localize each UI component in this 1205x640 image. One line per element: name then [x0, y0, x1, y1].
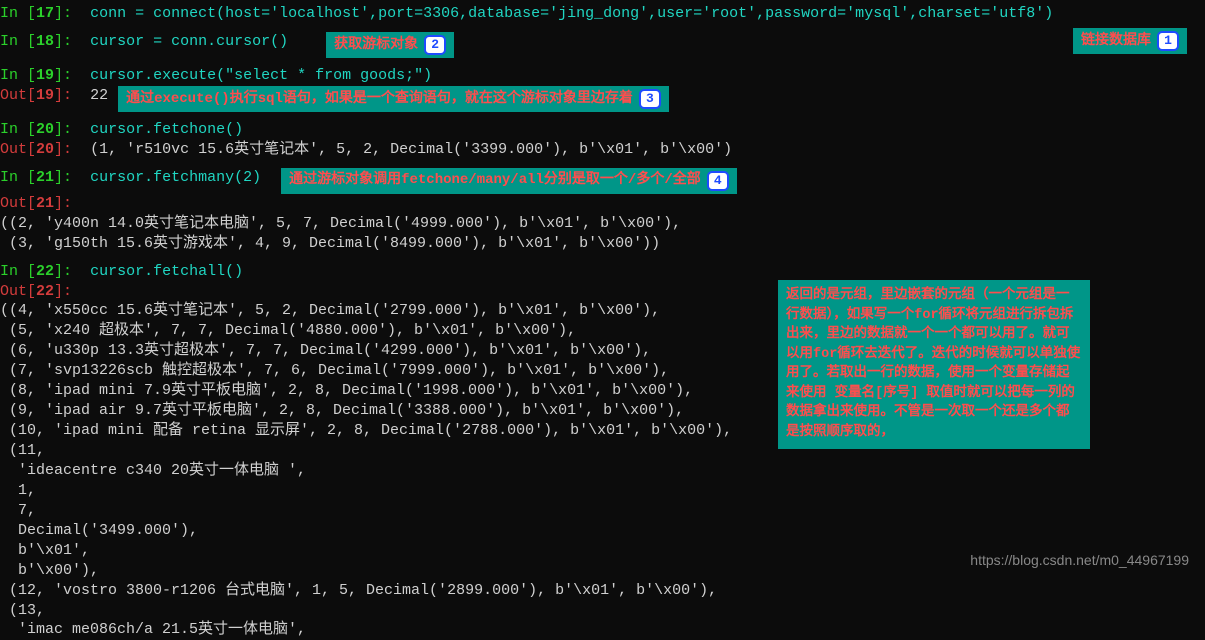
- callout-badge-1: 1: [1157, 31, 1179, 51]
- cell-out-19: Out[19]: 22 通过execute()执行sql语句，如果是一个查询语句…: [0, 86, 1205, 112]
- callout-execute: 通过execute()执行sql语句，如果是一个查询语句，就在这个游标对象里边存…: [118, 86, 669, 112]
- output-22-16: 'imac me086ch/a 21.5英寸一体电脑',: [0, 620, 1205, 640]
- watermark: https://blog.csdn.net/m0_44967199: [970, 551, 1189, 570]
- output-22-15: (13,: [0, 601, 1205, 621]
- cell-in-17: In [17]: conn = connect(host='localhost'…: [0, 4, 1205, 24]
- output-21-0: ((2, 'y400n 14.0英寸笔记本电脑', 5, 7, Decimal(…: [0, 214, 1205, 234]
- code-in-21[interactable]: cursor.fetchmany(2): [90, 168, 261, 188]
- cell-in-19: In [19]: cursor.execute("select * from g…: [0, 66, 1205, 86]
- code-in-17[interactable]: conn = connect(host='localhost',port=330…: [90, 4, 1053, 24]
- callout-return-tuple: 返回的是元组，里边嵌套的元组（一个元组是一行数据），如果写一个for循环将元组进…: [778, 280, 1090, 449]
- code-in-22[interactable]: cursor.fetchall(): [90, 262, 243, 282]
- code-in-20[interactable]: cursor.fetchone(): [90, 120, 243, 140]
- output-19: 22: [90, 86, 108, 106]
- output-20: (1, 'r510vc 15.6英寸笔记本', 5, 2, Decimal('3…: [90, 140, 732, 160]
- output-22-11: Decimal('3499.000'),: [0, 521, 1205, 541]
- code-in-19[interactable]: cursor.execute("select * from goods;"): [90, 66, 432, 86]
- callout-connect-db: 链接数据库 1: [1073, 28, 1187, 54]
- callout-fetch: 通过游标对象调用fetchone/many/all分别是取一个/多个/全部 4: [281, 168, 737, 194]
- callout-badge-3: 3: [639, 89, 661, 109]
- output-22-9: 1,: [0, 481, 1205, 501]
- cell-in-18: In [18]: cursor = conn.cursor() 获取游标对象 2: [0, 32, 1205, 58]
- cell-in-21: In [21]: cursor.fetchmany(2) 通过游标对象调用fet…: [0, 168, 1205, 194]
- callout-badge-4: 4: [707, 171, 729, 191]
- cell-in-20: In [20]: cursor.fetchone(): [0, 120, 1205, 140]
- output-22-8: 'ideacentre c340 20英寸一体电脑 ',: [0, 461, 1205, 481]
- output-22-14: (12, 'vostro 3800-r1206 台式电脑', 1, 5, Dec…: [0, 581, 1205, 601]
- callout-badge-2: 2: [424, 35, 446, 55]
- output-22-10: 7,: [0, 501, 1205, 521]
- output-21-1: (3, 'g150th 15.6英寸游戏本', 4, 9, Decimal('8…: [0, 234, 1205, 254]
- cell-out-20: Out[20]: (1, 'r510vc 15.6英寸笔记本', 5, 2, D…: [0, 140, 1205, 160]
- callout-cursor-object: 获取游标对象 2: [326, 32, 454, 58]
- cell-out-21-label: Out[21]:: [0, 194, 1205, 214]
- cell-in-22: In [22]: cursor.fetchall(): [0, 262, 1205, 282]
- code-in-18[interactable]: cursor = conn.cursor(): [90, 32, 288, 52]
